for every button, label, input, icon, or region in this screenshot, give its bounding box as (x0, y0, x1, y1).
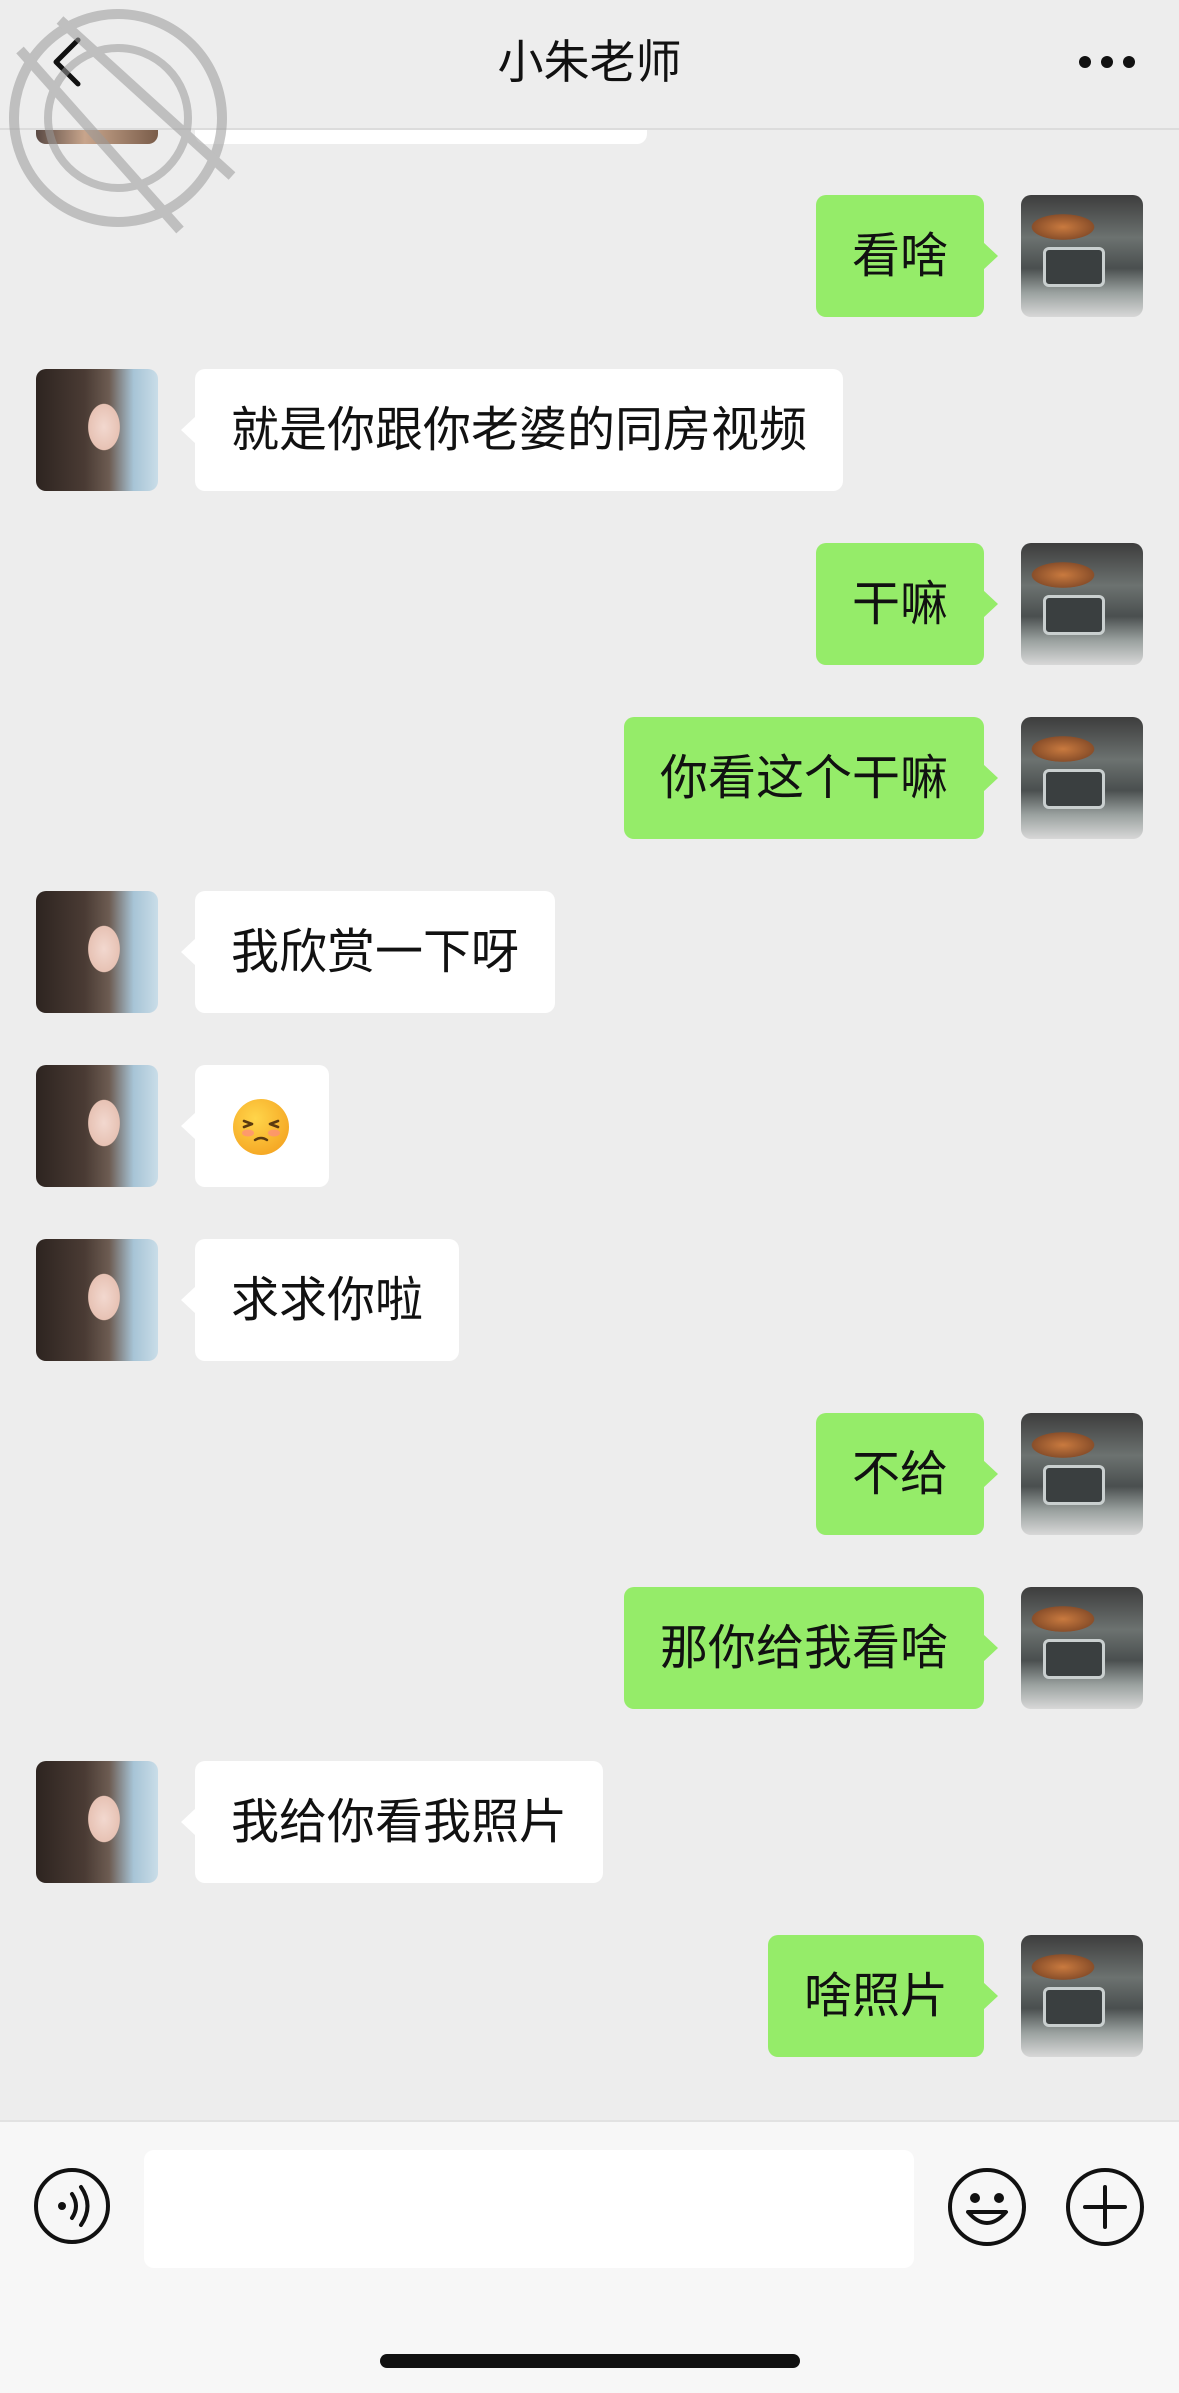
message-row: 不给 (0, 1413, 1179, 1535)
avatar-contact[interactable] (36, 1761, 158, 1883)
message-row: 啥照片 (0, 1935, 1179, 2057)
more-functions-button[interactable] (1064, 2166, 1146, 2248)
message-row (0, 1065, 1179, 1187)
message-row: 你看这个干嘛 (0, 717, 1179, 839)
message-row: 干嘛 (0, 543, 1179, 665)
chat-area[interactable]: 看啥 就是你跟你老婆的同房视频 干嘛 你看这个干嘛 我欣赏一下呀 求求你啦 不给… (0, 0, 1179, 2120)
message-bubble-outgoing[interactable]: 你看这个干嘛 (623, 717, 999, 839)
avatar-contact[interactable] (36, 1239, 158, 1361)
message-row: 求求你啦 (0, 1239, 1179, 1361)
avatar-me[interactable] (1021, 195, 1143, 317)
ellipsis-icon (1079, 56, 1135, 68)
watermark-logo (9, 9, 236, 234)
voice-icon (34, 2168, 110, 2244)
message-row: 就是你跟你老婆的同房视频 (0, 369, 1179, 491)
message-bubble-outgoing[interactable]: 看啥 (815, 195, 999, 317)
avatar-contact[interactable] (36, 891, 158, 1013)
emoji-button[interactable] (946, 2166, 1028, 2248)
message-row: 我欣赏一下呀 (0, 891, 1179, 1013)
message-bubble-incoming[interactable]: 我欣赏一下呀 (180, 891, 556, 1013)
message-bubble-incoming[interactable] (181, 1065, 329, 1187)
home-indicator[interactable] (380, 2354, 800, 2368)
input-bar (0, 2120, 1179, 2393)
message-bubble-outgoing[interactable]: 不给 (815, 1413, 999, 1535)
message-bubble-incoming[interactable]: 求求你啦 (180, 1239, 460, 1361)
message-bubble-outgoing[interactable]: 干嘛 (815, 543, 999, 665)
voice-button[interactable] (32, 2166, 112, 2246)
avatar-contact[interactable] (36, 1065, 158, 1187)
message-bubble-incoming[interactable]: 我给你看我照片 (180, 1761, 604, 1883)
pleading-face-emoji-icon (233, 1099, 289, 1155)
message-bubble-outgoing[interactable]: 啥照片 (767, 1935, 999, 2057)
avatar-me[interactable] (1021, 717, 1143, 839)
avatar-me[interactable] (1021, 543, 1143, 665)
message-row: 我给你看我照片 (0, 1761, 1179, 1883)
message-bubble-incoming[interactable]: 就是你跟你老婆的同房视频 (180, 369, 844, 491)
more-button[interactable] (1071, 40, 1143, 84)
message-input[interactable] (144, 2150, 914, 2268)
message-bubble-outgoing[interactable]: 那你给我看啥 (623, 1587, 999, 1709)
avatar-me[interactable] (1021, 1587, 1143, 1709)
avatar-contact[interactable] (36, 369, 158, 491)
avatar-me[interactable] (1021, 1413, 1143, 1535)
smiley-icon (948, 2168, 1026, 2246)
message-row: 那你给我看啥 (0, 1587, 1179, 1709)
plus-icon (1066, 2168, 1144, 2246)
avatar-me[interactable] (1021, 1935, 1143, 2057)
